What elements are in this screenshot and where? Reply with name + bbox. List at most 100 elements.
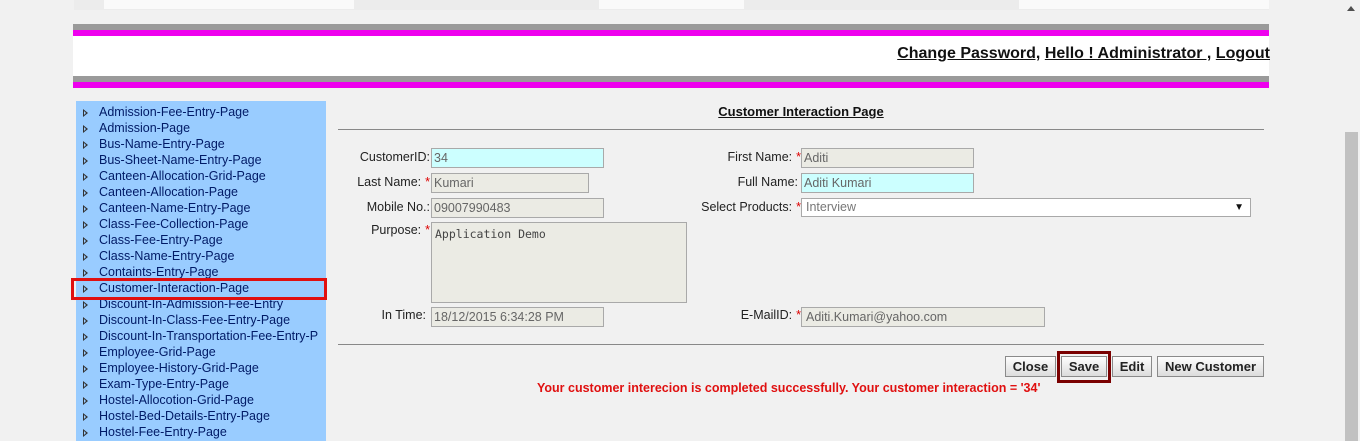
sidebar-item[interactable]: Discount-In-Transportation-Fee-Entry-P [76, 329, 326, 345]
expand-arrow-icon [83, 221, 88, 229]
sidebar-item-label: Employee-Grid-Page [99, 345, 216, 359]
sidebar-item[interactable]: Class-Fee-Entry-Page [76, 233, 326, 249]
main-content: Customer Interaction Page CustomerID: 34… [338, 101, 1264, 441]
sidebar-item-label: Canteen-Allocation-Page [99, 185, 238, 199]
sidebar-item-label: Bus-Name-Entry-Page [99, 137, 225, 151]
sidebar-item[interactable]: Bus-Sheet-Name-Entry-Page [76, 153, 326, 169]
sidebar-item[interactable]: Admission-Fee-Entry-Page [76, 105, 326, 121]
expand-arrow-icon [83, 253, 88, 261]
sidebar-item[interactable]: Employee-History-Grid-Page [76, 361, 326, 377]
edit-button[interactable]: Edit [1112, 356, 1152, 377]
sidebar-item[interactable]: Hostel-Bed-Details-Entry-Page [76, 409, 326, 425]
purpose-label: Purpose: * [371, 223, 430, 237]
first-name-label: First Name: * [727, 150, 801, 164]
full-name-label: Full Name: [737, 175, 798, 189]
page-title: Customer Interaction Page [718, 104, 884, 119]
email-value: Aditi.Kumari@yahoo.com [806, 310, 948, 324]
sidebar-item-label: Discount-In-Class-Fee-Entry-Page [99, 313, 291, 327]
sidebar-item[interactable]: Containts-Entry-Page [76, 265, 326, 281]
expand-arrow-icon [83, 157, 88, 165]
sidebar-item[interactable]: Customer-Interaction-Page [76, 281, 326, 297]
sidebar-item[interactable]: Discount-In-Admission-Fee-Entry [76, 297, 326, 313]
sidebar-item[interactable]: Hostel-Fee-Entry-Page [76, 425, 326, 441]
expand-arrow-icon [83, 109, 88, 117]
expand-arrow-icon [83, 205, 88, 213]
sidebar-item[interactable]: Canteen-Allocation-Page [76, 185, 326, 201]
products-select-value: Interview [806, 200, 857, 214]
sidebar-item-label: Admission-Page [99, 121, 191, 135]
in-time-input[interactable]: 18/12/2015 6:34:28 PM [431, 307, 604, 327]
new-customer-button[interactable]: New Customer [1157, 356, 1264, 377]
sidebar-menu: Admission-Fee-Entry-Page Admission-Page Bu… [76, 101, 326, 441]
sidebar-item-label: Containts-Entry-Page [99, 265, 219, 279]
last-name-label: Last Name: * [357, 175, 430, 189]
expand-arrow-icon [83, 397, 88, 405]
greeting-link[interactable]: Hello ! Administrator , [1045, 45, 1212, 62]
user-nav: Change Password, Hello ! Administrator ,… [897, 45, 1270, 63]
expand-arrow-icon [83, 365, 88, 373]
change-password-link[interactable]: Change Password, [897, 45, 1040, 62]
select-products-label: Select Products: * [701, 200, 801, 214]
mobile-input[interactable]: 09007990483 [431, 198, 604, 218]
sidebar-item[interactable]: Canteen-Allocation-Grid-Page [76, 169, 326, 185]
expand-arrow-icon [83, 429, 88, 437]
expand-arrow-icon [83, 301, 88, 309]
banner-image-left [104, 0, 354, 9]
sidebar-item-label: Canteen-Allocation-Grid-Page [99, 169, 266, 183]
close-button[interactable]: Close [1005, 356, 1056, 377]
email-input[interactable]: Aditi.Kumari@yahoo.com [801, 307, 1045, 327]
top-banner [74, 0, 1269, 10]
expand-arrow-icon [83, 285, 88, 293]
expand-arrow-icon [83, 141, 88, 149]
sidebar-item[interactable]: Exam-Type-Entry-Page [76, 377, 326, 393]
sidebar-item-label: Bus-Sheet-Name-Entry-Page [99, 153, 262, 167]
sidebar-item[interactable]: Canteen-Name-Entry-Page [76, 201, 326, 217]
sidebar-item[interactable]: Hostel-Allocotion-Grid-Page [76, 393, 326, 409]
scrollbar-thumb[interactable] [1345, 132, 1358, 441]
sidebar-item[interactable]: Class-Name-Entry-Page [76, 249, 326, 265]
sidebar-item-label: Hostel-Bed-Details-Entry-Page [99, 409, 270, 423]
first-name-input[interactable]: Aditi [801, 148, 974, 168]
sidebar-item-label: Hostel-Allocotion-Grid-Page [99, 393, 254, 407]
expand-arrow-icon [83, 381, 88, 389]
title-divider [338, 129, 1264, 130]
sidebar-list: Admission-Fee-Entry-Page Admission-Page Bu… [76, 101, 326, 441]
sidebar-item-label: Employee-History-Grid-Page [99, 361, 259, 375]
expand-arrow-icon [83, 173, 88, 181]
sidebar-item[interactable]: Discount-In-Class-Fee-Entry-Page [76, 313, 326, 329]
expand-arrow-icon [83, 269, 88, 277]
sidebar-item[interactable]: Employee-Grid-Page [76, 345, 326, 361]
customer-id-label: CustomerID: [359, 150, 430, 164]
dropdown-arrow-icon: ▼ [1234, 202, 1244, 213]
expand-arrow-icon [83, 317, 88, 325]
sidebar-item[interactable]: Class-Fee-Collection-Page [76, 217, 326, 233]
sidebar-item-label: Admission-Fee-Entry-Page [99, 105, 250, 119]
full-name-input[interactable]: Aditi Kumari [801, 173, 974, 193]
sidebar-item-label: Discount-In-Transportation-Fee-Entry-P [99, 329, 319, 343]
products-select[interactable]: Interview ▼ [801, 198, 1251, 217]
sidebar-item-label: Canteen-Name-Entry-Page [99, 201, 251, 215]
save-button[interactable]: Save [1061, 356, 1107, 377]
header-divider-bottom [73, 76, 1269, 88]
sidebar-item[interactable]: Bus-Name-Entry-Page [76, 137, 326, 153]
sidebar-item[interactable]: Admission-Page [76, 121, 326, 137]
expand-arrow-icon [83, 413, 88, 421]
logout-link[interactable]: Logout [1216, 45, 1270, 62]
expand-arrow-icon [83, 125, 88, 133]
expand-arrow-icon [83, 237, 88, 245]
sidebar-item-label: Discount-In-Admission-Fee-Entry [99, 297, 284, 311]
last-name-input[interactable]: Kumari [431, 173, 589, 193]
success-message: Your customer interecion is completed su… [537, 381, 1041, 395]
scroll-up-arrow-icon[interactable] [1343, 0, 1360, 17]
sidebar-item-label: Hostel-Fee-Entry-Page [99, 425, 227, 439]
banner-image-center [599, 0, 744, 9]
sidebar-item-label: Exam-Type-Entry-Page [99, 377, 229, 391]
expand-arrow-icon [83, 189, 88, 197]
in-time-label: In Time: [381, 308, 426, 322]
vertical-scrollbar[interactable] [1343, 0, 1360, 441]
sidebar-item-label: Class-Fee-Collection-Page [99, 217, 249, 231]
customer-id-input[interactable]: 34 [431, 148, 604, 168]
page: { "header": { "change_password": "Change… [0, 0, 1360, 441]
purpose-textarea[interactable]: Application Demo [431, 222, 687, 303]
sidebar-item-label: Class-Fee-Entry-Page [99, 233, 223, 247]
